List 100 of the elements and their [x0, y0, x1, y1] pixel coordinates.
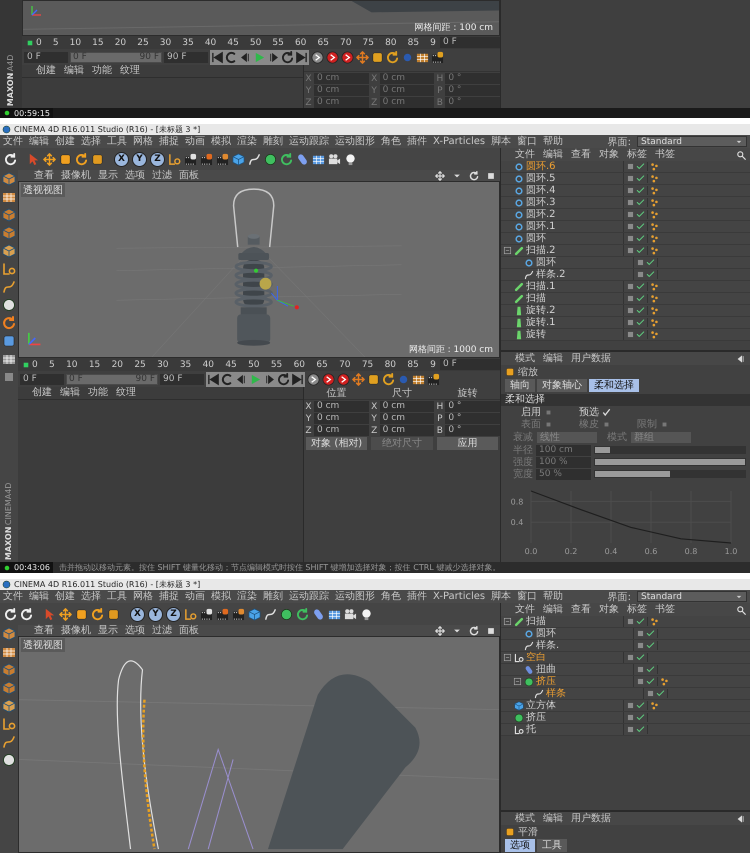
- rotate-view-icon[interactable]: [469, 170, 479, 180]
- move-icon[interactable]: [43, 152, 56, 166]
- menu-item[interactable]: 脚本: [491, 136, 512, 146]
- checkbox[interactable]: [602, 408, 611, 416]
- menu-item[interactable]: 模拟: [211, 136, 231, 146]
- menu-item[interactable]: 编辑: [29, 592, 49, 602]
- size-field[interactable]: 0 cm: [380, 425, 434, 436]
- axis-lock-toggle[interactable]: Y: [132, 152, 147, 166]
- menu-item[interactable]: 插件: [407, 136, 427, 146]
- timeline-film-icon[interactable]: [431, 50, 444, 64]
- key-scale-icon[interactable]: [371, 50, 384, 64]
- menu-item[interactable]: 插件: [407, 592, 427, 602]
- tag-icon[interactable]: [650, 234, 659, 243]
- menu-item[interactable]: 工具: [107, 592, 127, 602]
- axis-lock-toggle[interactable]: Z: [150, 152, 165, 166]
- pan-view-icon[interactable]: [435, 170, 445, 180]
- tag-icon[interactable]: [650, 210, 659, 219]
- polygons-mode-icon[interactable]: [2, 244, 16, 258]
- object-name[interactable]: 扭曲: [536, 664, 556, 675]
- tab[interactable]: 工具: [537, 839, 567, 852]
- maximize-view-icon[interactable]: [486, 170, 496, 180]
- rotation-field[interactable]: 0 °: [445, 425, 500, 436]
- previous-frame-icon[interactable]: [239, 50, 252, 64]
- rotate-icon[interactable]: [75, 152, 88, 166]
- search-icon[interactable]: [736, 604, 746, 614]
- slider-track[interactable]: [594, 446, 746, 454]
- object-name[interactable]: 圆环: [526, 233, 546, 244]
- menu-item[interactable]: 角色: [381, 136, 401, 146]
- menu-item[interactable]: 过滤: [152, 170, 172, 180]
- object-name[interactable]: 圆环: [536, 257, 556, 268]
- menu-item[interactable]: 编辑: [543, 150, 563, 160]
- auto-key-icon[interactable]: [337, 372, 350, 386]
- rotate-icon[interactable]: [91, 608, 104, 620]
- menu-item[interactable]: 帮助: [543, 136, 564, 146]
- object-name[interactable]: 圆环.5: [526, 173, 556, 184]
- menu-item[interactable]: 文件: [515, 604, 535, 614]
- object-name[interactable]: 圆环.1: [526, 221, 556, 232]
- menu-item[interactable]: 面板: [179, 626, 199, 636]
- axis-mode-icon[interactable]: [2, 262, 16, 276]
- cube-icon[interactable]: [248, 608, 261, 620]
- object-name[interactable]: 样条.: [536, 640, 560, 651]
- menu-item[interactable]: 工具: [107, 136, 127, 146]
- previous-key-icon[interactable]: [221, 372, 234, 386]
- texture-mode-icon[interactable]: [2, 645, 16, 659]
- menu-item[interactable]: 编辑: [543, 354, 563, 364]
- start-frame-field[interactable]: 0 F: [24, 52, 68, 62]
- array-icon[interactable]: [296, 608, 309, 620]
- object-name[interactable]: 扫描.1: [526, 281, 556, 292]
- tree-collapse-icon[interactable]: [503, 617, 512, 626]
- menu-item[interactable]: X-Particles: [433, 592, 486, 602]
- key-position-icon[interactable]: [356, 50, 369, 64]
- back-arrow-icon[interactable]: [736, 354, 746, 364]
- object-name[interactable]: 旋转.1: [526, 317, 556, 328]
- menu-item[interactable]: 选项: [125, 626, 145, 636]
- menu-item[interactable]: 渲染: [237, 592, 257, 602]
- menu-item[interactable]: 文件: [3, 592, 23, 602]
- tag-icon[interactable]: [650, 222, 659, 231]
- menu-item[interactable]: 过滤: [152, 626, 172, 636]
- tab[interactable]: 选项: [505, 839, 535, 852]
- pan-view-icon[interactable]: [435, 626, 445, 636]
- menu-item[interactable]: 模式: [515, 814, 535, 824]
- menu-item[interactable]: 运动跟踪: [289, 592, 329, 602]
- tag-icon[interactable]: [650, 282, 659, 291]
- menu-item[interactable]: 摄像机: [61, 170, 91, 180]
- rotation-field[interactable]: 0 °: [445, 401, 500, 412]
- back-arrow-icon[interactable]: [736, 814, 746, 824]
- tag-icon[interactable]: [650, 330, 659, 339]
- object-name[interactable]: 圆环.6: [526, 161, 556, 172]
- tree-collapse-icon[interactable]: [503, 246, 512, 255]
- menu-item[interactable]: 创建: [55, 136, 75, 146]
- coordinate-mode-dropdown[interactable]: 对象 (相对): [306, 437, 368, 450]
- menu-item[interactable]: 文件: [3, 136, 23, 146]
- menu-item[interactable]: 编辑: [543, 814, 563, 824]
- tag-icon[interactable]: [660, 677, 669, 686]
- menu-item[interactable]: 捕捉: [159, 136, 179, 146]
- previous-key-icon[interactable]: [225, 50, 238, 64]
- menu-item[interactable]: 功能: [88, 388, 108, 398]
- render-view-icon[interactable]: [184, 152, 197, 166]
- menu-item[interactable]: 选择: [81, 136, 101, 146]
- tag-icon[interactable]: [650, 318, 659, 327]
- size-field[interactable]: 0 cm: [380, 413, 434, 424]
- menu-item[interactable]: 面板: [179, 170, 199, 180]
- render-picture-icon[interactable]: [200, 152, 213, 166]
- key-scale-icon[interactable]: [367, 372, 380, 386]
- object-name[interactable]: 旋转: [526, 329, 546, 340]
- tag-icon[interactable]: [650, 617, 659, 626]
- position-field[interactable]: 0 cm: [314, 425, 369, 436]
- spline-pen-icon[interactable]: [264, 608, 277, 620]
- menu-item[interactable]: 模式: [515, 354, 535, 364]
- edges-mode-icon[interactable]: [2, 226, 16, 240]
- tag-icon[interactable]: [650, 306, 659, 315]
- position-field[interactable]: 0 cm: [314, 413, 369, 424]
- edges-mode-icon[interactable]: [2, 681, 16, 695]
- menu-item[interactable]: 用户数据: [571, 354, 611, 364]
- scale-icon[interactable]: [75, 608, 88, 620]
- menu-item[interactable]: 摄像机: [61, 626, 91, 636]
- scale-icon[interactable]: [59, 152, 72, 166]
- key-position-icon[interactable]: [352, 372, 365, 386]
- menu-item[interactable]: 运动图形: [335, 136, 375, 146]
- menu-item[interactable]: 创建: [55, 592, 75, 602]
